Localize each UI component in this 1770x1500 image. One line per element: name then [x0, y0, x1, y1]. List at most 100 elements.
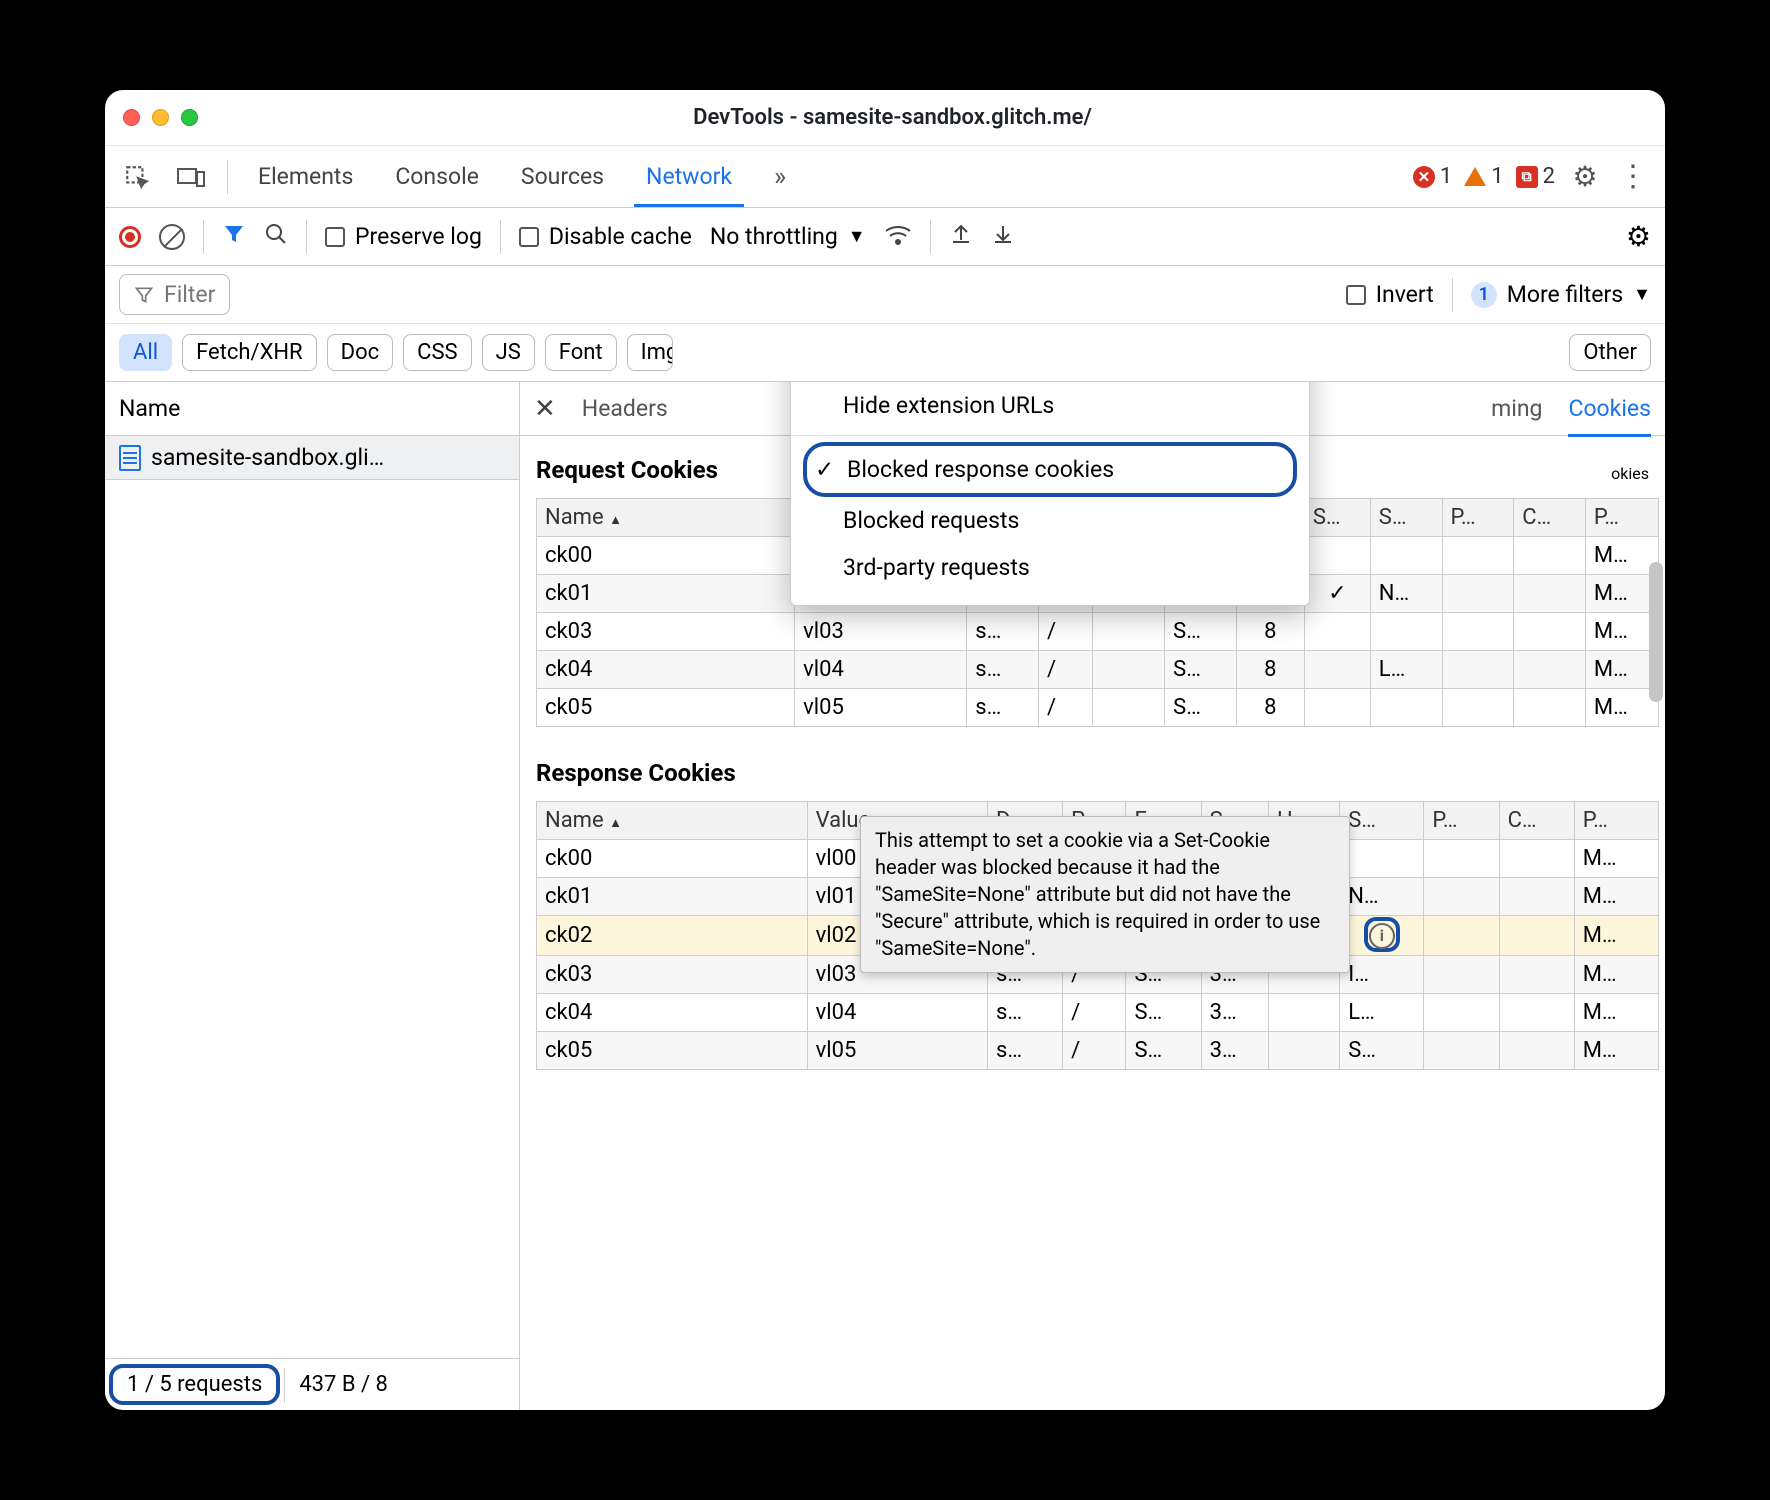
- cell: /: [1063, 1031, 1126, 1069]
- device-toolbar-icon[interactable]: [173, 159, 209, 195]
- chip-other[interactable]: Other: [1569, 334, 1651, 371]
- col-name[interactable]: Name ▲: [537, 802, 808, 840]
- dtab-headers[interactable]: Headers: [582, 395, 668, 422]
- cell: [1268, 993, 1339, 1031]
- tab-elements[interactable]: Elements: [246, 146, 365, 207]
- chip-fetchxhr[interactable]: Fetch/XHR: [182, 334, 317, 371]
- cell: [1499, 916, 1574, 956]
- cell: [1442, 537, 1514, 575]
- cell: [1499, 1031, 1574, 1069]
- request-name: samesite-sandbox.gli…: [151, 444, 384, 471]
- cell: [1304, 613, 1370, 651]
- network-settings-icon[interactable]: ⚙: [1626, 220, 1651, 253]
- clear-button[interactable]: [159, 224, 185, 250]
- inspect-element-icon[interactable]: [119, 159, 155, 195]
- tab-console[interactable]: Console: [383, 146, 491, 207]
- more-tabs-icon[interactable]: »: [762, 159, 798, 195]
- col-pp[interactable]: P…: [1424, 802, 1499, 840]
- zoom-window-button[interactable]: [181, 109, 198, 126]
- col-pr[interactable]: P…: [1574, 802, 1658, 840]
- filter-hide-ext-urls[interactable]: Hide extension URLs: [791, 382, 1309, 429]
- chip-all[interactable]: All: [119, 334, 172, 371]
- cell: /: [1038, 689, 1092, 727]
- cell: S…: [1126, 1031, 1201, 1069]
- filter-blocked-response-cookies[interactable]: ✓ Blocked response cookies: [803, 442, 1297, 497]
- document-icon: [119, 445, 141, 471]
- chip-img[interactable]: Img: [627, 334, 673, 371]
- import-har-icon[interactable]: [949, 221, 973, 252]
- col-p1[interactable]: P…: [1442, 499, 1514, 537]
- more-filters-popover: Hide data URLs Hide extension URLs ✓ Blo…: [790, 382, 1310, 606]
- cell: 8: [1236, 689, 1304, 727]
- table-row[interactable]: ck03vl03s…/S…8M…: [537, 613, 1659, 651]
- settings-icon[interactable]: ⚙: [1567, 159, 1603, 195]
- network-conditions-icon[interactable]: [884, 222, 912, 252]
- cell: L…: [1340, 993, 1424, 1031]
- export-har-icon[interactable]: [991, 221, 1015, 252]
- warning-badge[interactable]: 1: [1464, 164, 1503, 189]
- col-p2[interactable]: P…: [1585, 499, 1658, 537]
- tab-sources[interactable]: Sources: [509, 146, 616, 207]
- record-button[interactable]: [119, 226, 141, 248]
- blocked-info-highlight[interactable]: i: [1364, 917, 1400, 952]
- check-icon: ✓: [815, 456, 834, 483]
- request-row[interactable]: samesite-sandbox.gli…: [105, 436, 519, 480]
- error-count: 1: [1440, 164, 1452, 189]
- col-s2[interactable]: S…: [1304, 499, 1370, 537]
- col-s3[interactable]: S…: [1370, 499, 1442, 537]
- disable-cache-checkbox[interactable]: Disable cache: [519, 223, 692, 250]
- resource-type-filters: All Fetch/XHR Doc CSS JS Font Img Other: [105, 324, 1665, 382]
- table-row[interactable]: ck05vl05s…/S…8M…: [537, 689, 1659, 727]
- search-icon[interactable]: [264, 222, 288, 252]
- filter-toggle-icon[interactable]: [222, 222, 246, 252]
- chip-font[interactable]: Font: [545, 334, 617, 371]
- chip-doc[interactable]: Doc: [327, 334, 394, 371]
- error-badge[interactable]: ✕ 1: [1413, 164, 1452, 189]
- info-icon[interactable]: i: [1369, 923, 1395, 949]
- filter-blocked-requests[interactable]: Blocked requests: [791, 497, 1309, 544]
- scrollbar[interactable]: [1647, 562, 1665, 1410]
- cell: [1424, 1031, 1499, 1069]
- more-filters-count: 1: [1471, 282, 1497, 308]
- invert-checkbox[interactable]: Invert: [1346, 281, 1434, 308]
- cell: [1442, 613, 1514, 651]
- cell: ck03: [537, 955, 808, 993]
- dtab-cookies[interactable]: Cookies: [1568, 382, 1651, 437]
- cell: s…: [967, 689, 1039, 727]
- checkbox-icon: [1346, 285, 1366, 305]
- show-filtered-label[interactable]: okies: [1611, 464, 1649, 483]
- cell: [1370, 537, 1442, 575]
- chip-js[interactable]: JS: [482, 334, 535, 371]
- cell: S…: [1340, 1031, 1424, 1069]
- dtab-timing[interactable]: ming: [1491, 395, 1542, 422]
- col-c[interactable]: C…: [1514, 499, 1586, 537]
- tab-network[interactable]: Network: [634, 146, 744, 207]
- cell: N…: [1340, 878, 1424, 916]
- sort-asc-icon: ▲: [609, 816, 622, 831]
- more-filters-button[interactable]: 1 More filters ▼: [1471, 281, 1651, 308]
- preserve-log-checkbox[interactable]: Preserve log: [325, 223, 482, 250]
- more-menu-icon[interactable]: ⋮: [1615, 159, 1651, 195]
- close-window-button[interactable]: [123, 109, 140, 126]
- table-row[interactable]: ck04vl04s…/S…8L…M…: [537, 651, 1659, 689]
- cell: ck03: [537, 613, 795, 651]
- titlebar: DevTools - samesite-sandbox.glitch.me/: [105, 90, 1665, 146]
- throttling-select[interactable]: No throttling ▼: [710, 223, 866, 250]
- close-detail-icon[interactable]: ✕: [534, 394, 556, 424]
- chevron-down-icon: ▼: [1633, 284, 1651, 305]
- filter-3rd-party[interactable]: 3rd-party requests: [791, 544, 1309, 591]
- chip-css[interactable]: CSS: [403, 334, 471, 371]
- status-requests: 1 / 5 requests: [109, 1364, 280, 1405]
- col-ss[interactable]: S…: [1340, 802, 1424, 840]
- table-row[interactable]: ck05vl05s…/S…3…S…M…: [537, 1031, 1659, 1069]
- filter-input[interactable]: Filter: [119, 274, 230, 315]
- col-name[interactable]: Name ▲: [537, 499, 795, 537]
- issues-badge[interactable]: ⧉ 2: [1516, 164, 1555, 189]
- cell: [1514, 575, 1586, 613]
- col-cc[interactable]: C…: [1499, 802, 1574, 840]
- scrollbar-thumb[interactable]: [1649, 562, 1663, 702]
- table-row[interactable]: ck04vl04s…/S…3…L…M…: [537, 993, 1659, 1031]
- minimize-window-button[interactable]: [152, 109, 169, 126]
- requests-header[interactable]: Name: [105, 382, 519, 436]
- cell: [1340, 840, 1424, 878]
